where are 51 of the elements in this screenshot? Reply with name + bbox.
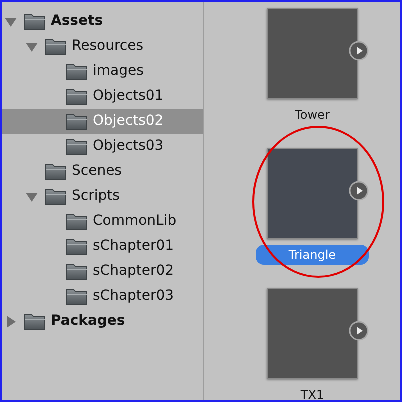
- folder-label: images: [93, 62, 144, 81]
- collapse-arrow-icon[interactable]: [26, 190, 38, 202]
- folder-icon: [66, 212, 88, 230]
- folder-label: sChapter01: [93, 237, 174, 256]
- folder-label: CommonLib: [93, 212, 177, 231]
- tree-item[interactable]: sChapter03: [2, 284, 203, 309]
- asset-thumbnail[interactable]: [267, 288, 358, 379]
- collapse-arrow-icon[interactable]: [26, 40, 38, 52]
- tree-item[interactable]: CommonLib: [2, 209, 203, 234]
- asset-thumbnail[interactable]: [267, 8, 358, 99]
- tree-item[interactable]: Objects01: [2, 84, 203, 109]
- tree-item[interactable]: images: [2, 59, 203, 84]
- tree-item[interactable]: sChapter02: [2, 259, 203, 284]
- asset-label[interactable]: Triangle: [256, 245, 369, 265]
- folder-icon: [66, 88, 88, 106]
- tree-item[interactable]: Objects03: [2, 134, 203, 159]
- tree-item[interactable]: Packages: [2, 309, 203, 334]
- folder-icon: [45, 162, 67, 180]
- folder-icon: [24, 12, 46, 30]
- folder-label: Resources: [72, 37, 144, 56]
- expand-arrow-icon[interactable]: [5, 316, 17, 328]
- asset-thumbnail[interactable]: [267, 148, 358, 239]
- tree-item[interactable]: Scripts: [2, 184, 203, 209]
- folder-icon: [66, 62, 88, 80]
- folder-icon: [45, 188, 67, 206]
- folder-icon: [66, 238, 88, 256]
- folder-label: Objects02: [93, 112, 164, 131]
- folder-label: Scenes: [72, 162, 122, 181]
- tree-item[interactable]: Resources: [2, 34, 203, 59]
- play-icon[interactable]: [349, 41, 369, 61]
- folder-label: sChapter02: [93, 262, 174, 281]
- folder-label: Packages: [51, 312, 126, 331]
- collapse-arrow-icon[interactable]: [5, 16, 17, 28]
- folder-label: Objects03: [93, 137, 164, 156]
- tree-item[interactable]: sChapter01: [2, 234, 203, 259]
- folder-label: Scripts: [72, 187, 120, 206]
- folder-icon: [66, 262, 88, 280]
- folder-icon: [66, 112, 88, 130]
- folder-icon: [66, 288, 88, 306]
- folder-icon: [66, 138, 88, 156]
- folder-icon: [45, 38, 67, 56]
- folder-label: Objects01: [93, 87, 164, 106]
- asset-label[interactable]: Tower: [295, 105, 330, 125]
- folder-label: Assets: [51, 12, 104, 31]
- asset-label[interactable]: TX1: [300, 385, 324, 400]
- play-icon[interactable]: [349, 321, 369, 341]
- folder-icon: [24, 312, 46, 330]
- tree-item[interactable]: Scenes: [2, 159, 203, 184]
- tree-item[interactable]: Assets: [2, 9, 203, 34]
- play-icon[interactable]: [349, 181, 369, 201]
- folder-label: sChapter03: [93, 287, 174, 306]
